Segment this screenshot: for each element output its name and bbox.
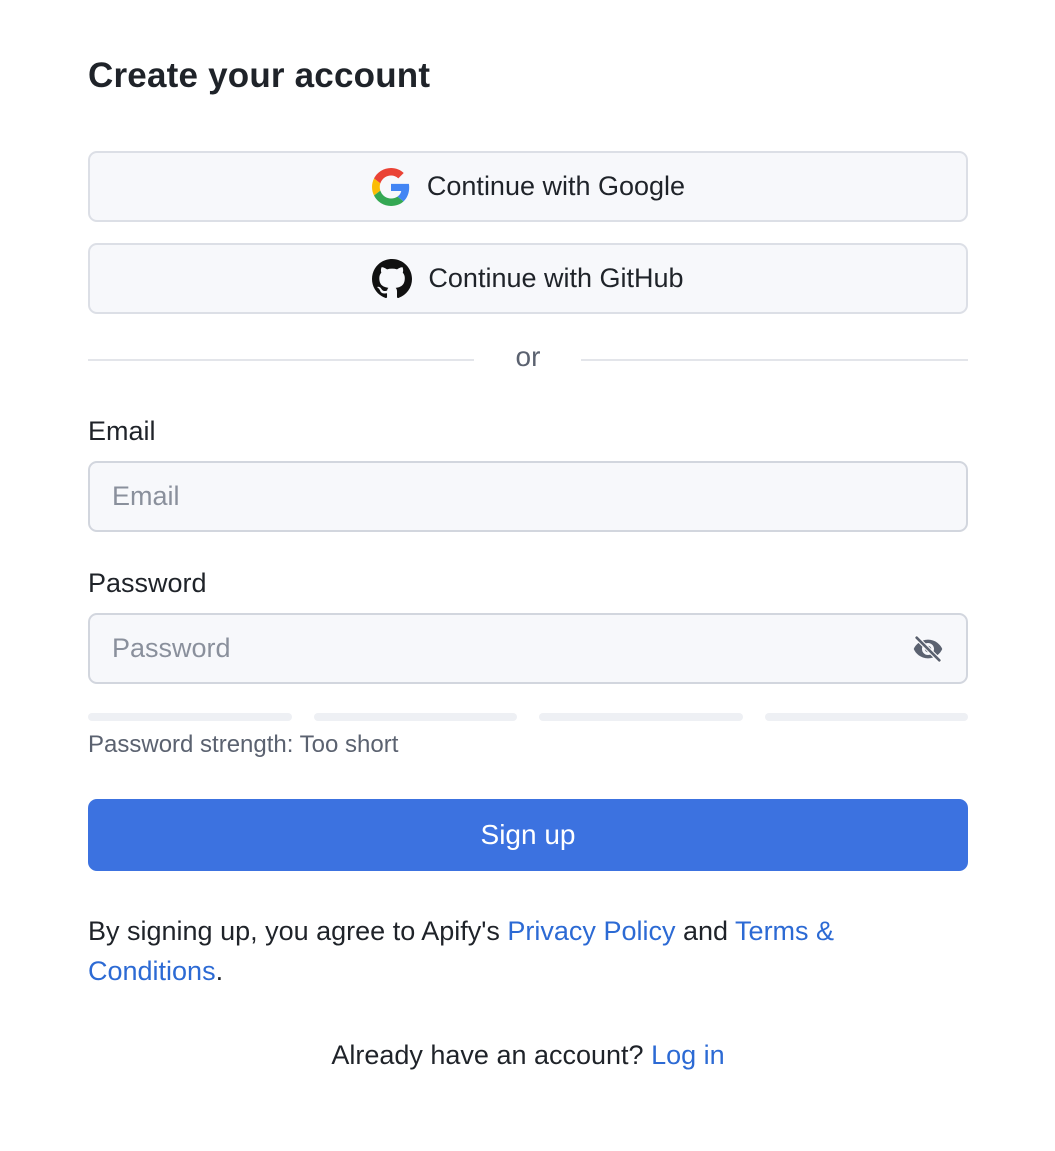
terms-notice: By signing up, you agree to Apify's Priv… [88, 911, 968, 991]
email-input[interactable] [88, 461, 968, 532]
continue-with-google-button[interactable]: Continue with Google [88, 151, 968, 222]
login-prompt: Already have an account? Log in [88, 1040, 968, 1071]
login-prompt-text: Already have an account? [331, 1040, 652, 1070]
strength-bar [313, 713, 517, 721]
github-logo-icon [372, 258, 413, 299]
sign-up-button[interactable]: Sign up [88, 799, 968, 871]
strength-bar [88, 713, 292, 721]
google-button-label: Continue with Google [426, 171, 686, 201]
or-divider: or [88, 337, 968, 381]
divider-text: or [515, 341, 541, 372]
password-strength-text: Password strength: Too short [88, 731, 399, 758]
terms-suffix: . [215, 956, 224, 986]
email-label: Email [88, 416, 156, 446]
terms-prefix: By signing up, you agree to Apify's [88, 916, 508, 946]
log-in-link[interactable]: Log in [651, 1040, 725, 1070]
strength-bar [539, 713, 743, 721]
eye-slash-icon[interactable] [911, 632, 945, 666]
github-button-label: Continue with GitHub [428, 263, 684, 293]
password-input[interactable] [88, 613, 968, 684]
divider-line [581, 359, 968, 361]
page-title: Create your account [88, 56, 431, 95]
privacy-policy-link[interactable]: Privacy Policy [507, 916, 675, 946]
google-logo-icon [371, 167, 411, 207]
password-strength-meter [88, 713, 968, 721]
strength-bar [764, 713, 968, 721]
password-label: Password [88, 568, 207, 598]
continue-with-github-button[interactable]: Continue with GitHub [88, 243, 968, 314]
terms-middle: and [675, 916, 736, 946]
